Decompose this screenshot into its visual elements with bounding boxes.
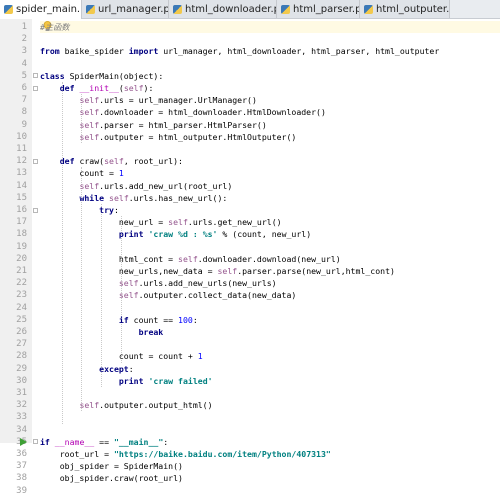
line-number: 25 — [16, 314, 27, 325]
line-number: 8 — [21, 107, 27, 118]
current-line-highlight — [40, 21, 500, 33]
line-number: 7 — [21, 95, 27, 106]
code-line[interactable]: new_url = self.urls.get_new_url() — [40, 216, 282, 228]
fold-marker-icon[interactable] — [33, 207, 38, 213]
code-line[interactable]: self.urls = url_manager.UrlManager() — [40, 94, 256, 106]
fold-gutter — [32, 19, 40, 445]
line-number: 19 — [16, 241, 27, 252]
line-number: 17 — [16, 217, 27, 228]
code-line[interactable]: #主函数 — [40, 21, 70, 33]
code-line[interactable]: self.urls.add_new_urls(new_urls) — [40, 277, 277, 289]
code-line[interactable]: self.downloader = html_downloader.HtmlDo… — [40, 106, 325, 118]
code-line[interactable]: self.outputer.collect_data(new_data) — [40, 289, 296, 301]
line-number: 22 — [16, 278, 27, 289]
line-number: 13 — [16, 168, 27, 179]
python-file-icon — [364, 4, 373, 14]
tab-label: html_parser.py — [293, 3, 360, 15]
line-number: 33 — [16, 412, 27, 423]
line-number: 27 — [16, 339, 27, 350]
tab-url_manager-py[interactable]: url_manager.py× — [82, 0, 169, 18]
code-line[interactable]: if count == 100: — [40, 314, 198, 326]
code-line[interactable]: new_urls,new_data = self.parser.parse(ne… — [40, 265, 395, 277]
line-number: 11 — [16, 144, 27, 154]
fold-marker-icon[interactable] — [33, 73, 38, 79]
python-file-icon — [4, 5, 13, 14]
code-line[interactable]: while self.urls.has_new_url(): — [40, 192, 227, 204]
code-line[interactable]: self.parser = html_parser.HtmlParser() — [40, 119, 266, 131]
tab-label: url_manager.py — [98, 3, 169, 15]
tab-html_parser-py[interactable]: html_parser.py× — [277, 0, 360, 18]
tab-label: html_outputer.py — [376, 3, 450, 15]
python-file-icon — [281, 4, 290, 14]
code-line[interactable]: root_url = "https://baike.baidu.com/item… — [40, 448, 331, 460]
line-number: 18 — [16, 229, 27, 240]
line-number: 21 — [16, 266, 27, 276]
code-line[interactable]: from baike_spider import url_manager, ht… — [40, 45, 439, 57]
run-arrow-icon[interactable] — [20, 437, 27, 446]
editor-tab-bar: spider_main.py×url_manager.py×html_downl… — [0, 0, 500, 19]
line-number: 30 — [16, 375, 27, 386]
code-line[interactable]: def __init__(self): — [40, 82, 154, 94]
code-line[interactable]: try: — [40, 204, 119, 216]
line-number: 16 — [16, 205, 27, 215]
python-file-icon — [86, 4, 95, 14]
line-number: 10 — [16, 131, 27, 142]
python-file-icon — [173, 4, 182, 14]
line-number: 2 — [21, 34, 27, 45]
tab-spider_main-py[interactable]: spider_main.py× — [0, 0, 82, 19]
line-number: 6 — [21, 83, 27, 93]
code-line[interactable]: def craw(self, root_url): — [40, 155, 183, 167]
line-number-gutter: 1 2 3 4 5 6 7 8 9 10 11 12 13 14 15 16 17 18 19 20 21 22 23 24 2… — [0, 19, 33, 496]
code-line[interactable]: count = count + 1 — [40, 350, 203, 362]
line-number: 5 — [21, 70, 27, 81]
code-line[interactable]: print 'craw %d : %s' % (count, new_url) — [40, 228, 311, 240]
line-number: 15 — [16, 192, 27, 203]
line-number: 4 — [21, 58, 27, 69]
line-number: 24 — [16, 302, 27, 313]
code-line[interactable]: except: — [40, 363, 134, 375]
code-line[interactable]: self.outputer.output_html() — [40, 399, 212, 411]
code-line[interactable]: obj_spider = SpiderMain() — [40, 460, 183, 472]
line-number: 23 — [16, 290, 27, 301]
code-line[interactable]: count = 1 — [40, 167, 123, 179]
line-number: 9 — [21, 119, 27, 130]
code-line[interactable]: html_cont = self.downloader.download(new… — [40, 253, 341, 265]
line-number: 14 — [16, 180, 27, 191]
code-line[interactable]: obj_spider.craw(root_url) — [40, 472, 183, 484]
line-number: 31 — [16, 388, 27, 398]
line-number: 37 — [16, 461, 27, 472]
tab-html_outputer-py[interactable]: html_outputer.py× — [360, 0, 450, 18]
line-number: 3 — [21, 46, 27, 57]
line-number: 34 — [16, 424, 27, 435]
line-number: 28 — [16, 351, 27, 362]
line-number: 36 — [16, 449, 27, 459]
tab-html_downloader-py[interactable]: html_downloader.py× — [169, 0, 277, 18]
line-number: 38 — [16, 473, 27, 484]
code-line[interactable]: if __name__ == "__main__": — [40, 436, 168, 448]
line-number: 26 — [16, 327, 27, 337]
line-number: 39 — [16, 485, 27, 496]
code-line[interactable]: break — [40, 326, 164, 338]
tab-label: html_downloader.py — [185, 3, 277, 15]
fold-marker-icon[interactable] — [33, 439, 38, 445]
line-number: 32 — [16, 400, 27, 411]
tab-label: spider_main.py — [16, 4, 81, 15]
line-number: 12 — [16, 156, 27, 167]
code-line[interactable]: self.outputer = html_outputer.HtmlOutput… — [40, 131, 296, 143]
line-number: 1 — [21, 22, 27, 32]
code-editor[interactable]: 1 2 3 4 5 6 7 8 9 10 11 12 13 14 15 16 17 18 19 20 21 22 23 24 2… — [0, 19, 500, 496]
line-number: 20 — [16, 253, 27, 264]
fold-marker-icon[interactable] — [33, 158, 38, 164]
code-line[interactable]: class SpiderMain(object): — [40, 70, 163, 82]
code-line[interactable]: self.urls.add_new_url(root_url) — [40, 180, 232, 192]
line-number: 29 — [16, 363, 27, 374]
code-line[interactable]: print 'craw failed' — [40, 375, 213, 387]
fold-marker-icon[interactable] — [33, 85, 38, 91]
